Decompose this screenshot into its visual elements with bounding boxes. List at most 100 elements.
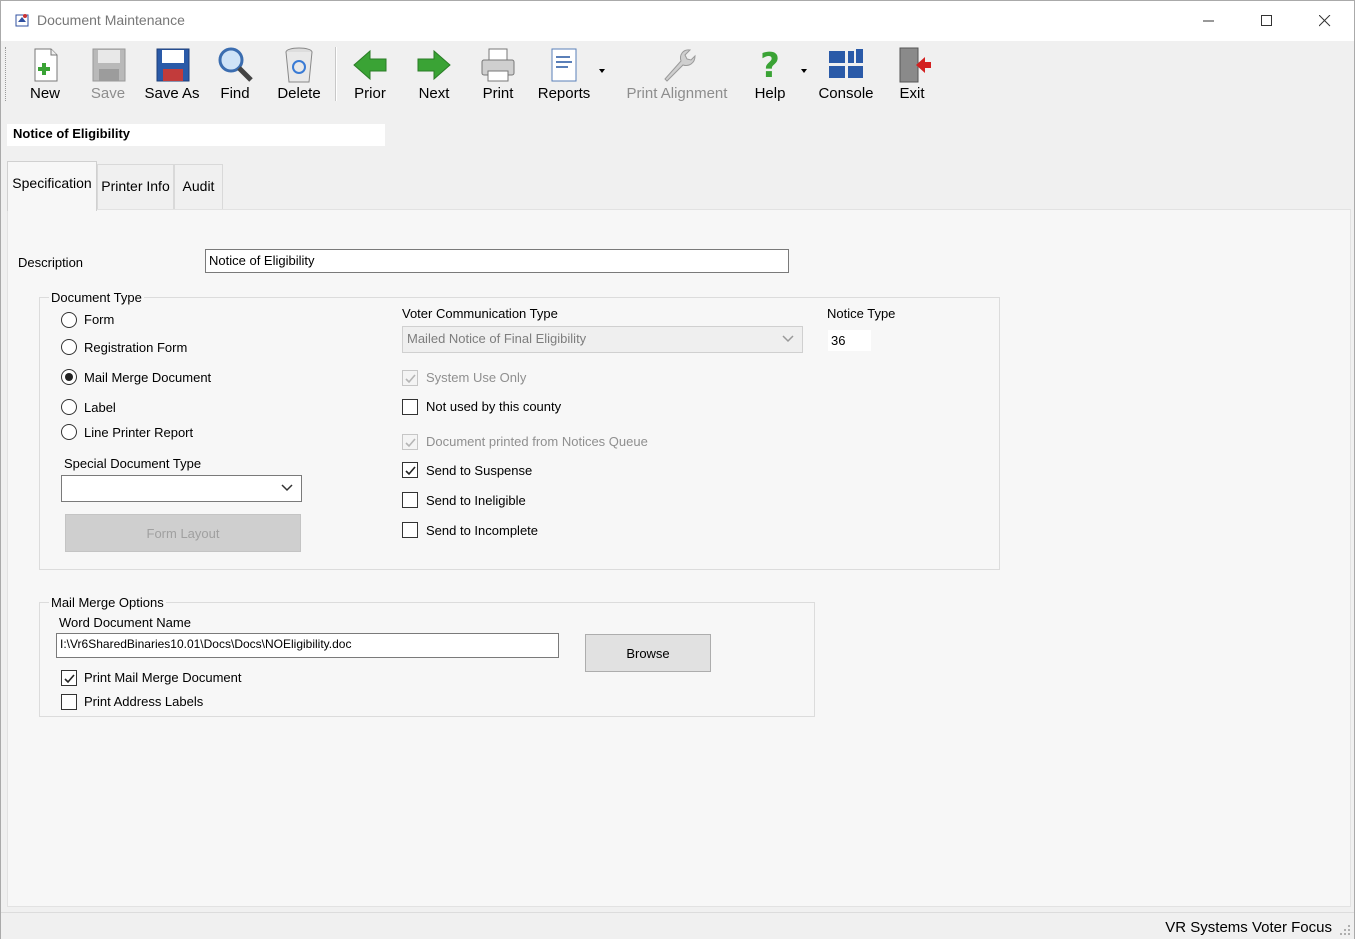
svg-text:?: ?	[760, 46, 780, 85]
special-document-type-select[interactable]	[61, 475, 302, 502]
system-use-only-label: System Use Only	[426, 370, 527, 385]
console-button[interactable]: Console	[815, 43, 877, 105]
not-used-by-county-checkbox[interactable]	[402, 399, 418, 415]
tab-audit[interactable]: Audit	[174, 164, 223, 210]
new-button[interactable]: New	[19, 43, 71, 105]
prior-label: Prior	[354, 85, 386, 102]
radio-form[interactable]	[61, 312, 77, 328]
send-to-incomplete-label: Send to Incomplete	[426, 523, 539, 538]
mail-merge-options-title: Mail Merge Options	[49, 595, 166, 610]
new-document-icon	[34, 48, 58, 82]
chevron-down-icon	[281, 484, 293, 492]
print-mail-merge-label: Print Mail Merge Document	[84, 670, 242, 685]
chevron-down-icon	[782, 335, 794, 343]
notice-type-input[interactable]: 36	[827, 329, 872, 352]
notice-type-label: Notice Type	[827, 306, 896, 321]
reports-label: Reports	[537, 85, 591, 102]
minimize-button[interactable]	[1180, 1, 1238, 41]
form-layout-button[interactable]: Form Layout	[65, 514, 301, 552]
word-doc-name-label: Word Document Name	[59, 615, 191, 630]
system-use-only-checkbox[interactable]	[402, 370, 418, 386]
send-to-ineligible-checkbox[interactable]	[402, 492, 418, 508]
tab-printer-info[interactable]: Printer Info	[97, 164, 174, 210]
window-title: Document Maintenance	[37, 12, 185, 28]
report-document-icon	[551, 48, 577, 82]
toolbar: New Save Save As Find Delete Prior Next …	[1, 41, 1354, 107]
find-label: Find	[220, 85, 250, 102]
prior-button[interactable]: Prior	[345, 43, 395, 105]
close-button[interactable]	[1296, 1, 1354, 41]
voter-comm-type-select[interactable]: Mailed Notice of Final Eligibility	[402, 326, 803, 353]
help-question-icon: ?	[760, 46, 780, 85]
radio-line-printer-report[interactable]	[61, 424, 77, 440]
description-label: Description	[18, 255, 84, 270]
printed-from-queue-label: Document printed from Notices Queue	[426, 434, 648, 449]
print-address-labels-checkbox[interactable]	[61, 694, 77, 710]
checkmark-icon	[64, 674, 75, 684]
print-button[interactable]: Print	[473, 43, 523, 105]
checkmark-icon	[405, 438, 416, 448]
toolbar-separator	[335, 47, 337, 101]
save-label: Save	[90, 85, 126, 102]
console-dashboard-icon	[829, 49, 863, 78]
arrow-right-icon	[417, 49, 451, 81]
exit-door-icon	[899, 47, 931, 83]
radio-registration-form[interactable]	[61, 339, 77, 355]
help-dropdown-arrow-icon[interactable]	[801, 69, 807, 73]
arrow-left-icon	[353, 49, 387, 81]
next-label: Next	[418, 85, 450, 102]
app-icon	[15, 14, 29, 27]
reports-dropdown-arrow-icon[interactable]	[599, 69, 605, 73]
toolbar-grip[interactable]	[5, 47, 8, 101]
new-label: New	[29, 85, 60, 102]
save-as-button[interactable]: Save As	[143, 43, 201, 105]
print-alignment-label: Print Alignment	[626, 85, 728, 102]
next-button[interactable]: Next	[410, 43, 458, 105]
help-label: Help	[754, 85, 786, 102]
send-to-suspense-checkbox[interactable]	[402, 462, 418, 478]
send-to-suspense-label: Send to Suspense	[426, 463, 533, 478]
radio-line-printer-report-label: Line Printer Report	[84, 425, 194, 440]
app-window: Document Maintenance New Save Save As Fi…	[0, 0, 1355, 939]
save-as-disk-icon	[156, 48, 190, 82]
help-button[interactable]: ? Help	[749, 43, 791, 105]
word-doc-name-input[interactable]: I:\Vr6SharedBinaries10.01\Docs\Docs\NOEl…	[56, 633, 559, 658]
close-icon	[1319, 15, 1331, 27]
document-name-header: Notice of Eligibility	[7, 124, 385, 146]
send-to-incomplete-checkbox[interactable]	[402, 522, 418, 538]
browse-button[interactable]: Browse	[585, 634, 711, 672]
radio-mail-merge-document-label: Mail Merge Document	[84, 370, 212, 385]
title-bar: Document Maintenance	[1, 1, 1354, 41]
printed-from-queue-checkbox[interactable]	[402, 434, 418, 450]
voter-comm-type-label: Voter Communication Type	[402, 306, 558, 321]
voter-comm-type-value: Mailed Notice of Final Eligibility	[407, 331, 587, 346]
print-alignment-button[interactable]: Print Alignment	[621, 43, 733, 105]
save-disk-icon	[92, 48, 126, 82]
reports-button[interactable]: Reports	[533, 43, 595, 105]
print-mail-merge-checkbox[interactable]	[61, 670, 77, 686]
status-bar: VR Systems Voter Focus	[1, 912, 1354, 939]
tab-specification[interactable]: Specification	[7, 161, 97, 211]
radio-registration-form-label: Registration Form	[84, 340, 188, 355]
print-address-labels-label: Print Address Labels	[84, 694, 204, 709]
description-input[interactable]: Notice of Eligibility	[205, 249, 789, 273]
console-label: Console	[818, 85, 874, 102]
document-type-title: Document Type	[49, 290, 144, 305]
maximize-button[interactable]	[1238, 1, 1296, 41]
save-button[interactable]: Save	[83, 43, 133, 105]
maximize-icon	[1261, 15, 1272, 26]
radio-mail-merge-document[interactable]	[61, 369, 77, 385]
print-label: Print	[482, 85, 514, 102]
checkmark-icon	[405, 466, 416, 476]
find-button[interactable]: Find	[211, 43, 259, 105]
delete-button[interactable]: Delete	[273, 43, 325, 105]
radio-label-label: Label	[84, 400, 116, 415]
checkmark-icon	[405, 374, 416, 384]
delete-label: Delete	[277, 85, 321, 102]
wrench-icon	[664, 49, 696, 82]
resize-grip-icon[interactable]	[1339, 924, 1351, 936]
save-as-label: Save As	[144, 85, 200, 102]
exit-button[interactable]: Exit	[889, 43, 935, 105]
not-used-by-county-label: Not used by this county	[426, 399, 562, 414]
radio-label[interactable]	[61, 399, 77, 415]
